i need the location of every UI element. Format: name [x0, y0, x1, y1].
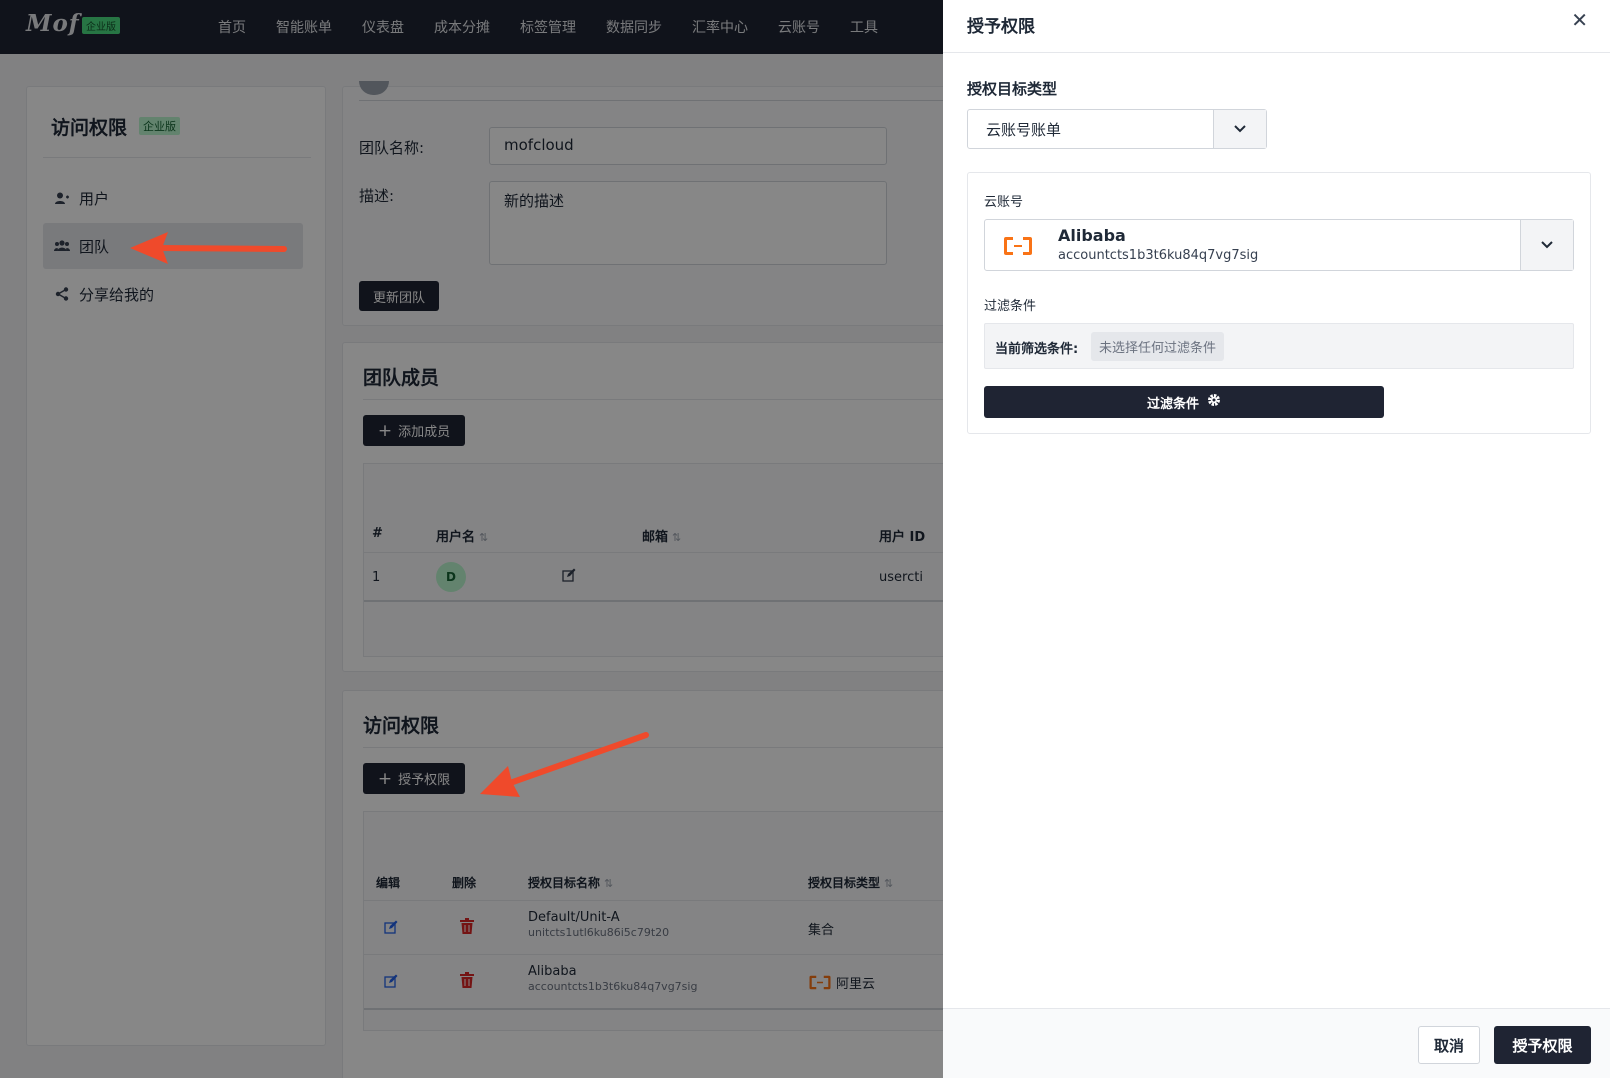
filter-label: 过滤条件	[984, 299, 1037, 314]
target-type-value: 云账号账单	[986, 121, 1062, 139]
gear-icon	[1207, 393, 1221, 411]
drawer-header-divider	[943, 52, 1610, 53]
cloud-account-label: 云账号	[984, 195, 1024, 210]
grant-permission-submit-button[interactable]: 授予权限	[1494, 1026, 1591, 1064]
cloud-account-id: accountcts1b3t6ku84q7vg7sig	[1058, 248, 1259, 263]
filter-conditions-label: 过滤条件	[1146, 396, 1199, 412]
drawer-title: 授予权限	[967, 17, 1035, 37]
target-config-panel: 云账号 Alibaba accountcts1b3t6ku84q7vg7sig …	[967, 172, 1591, 434]
grant-permission-drawer: 授予权限 ✕ 授权目标类型 云账号账单 云账号 Alibaba accountc…	[943, 0, 1610, 1078]
alibaba-cloud-icon	[1004, 237, 1032, 255]
cloud-account-name: Alibaba	[1058, 226, 1126, 245]
chevron-down-icon	[1520, 220, 1573, 270]
current-filter-value: 未选择任何过滤条件	[1091, 332, 1225, 361]
target-type-select[interactable]: 云账号账单	[967, 109, 1267, 149]
drawer-footer: 取消 授予权限	[943, 1008, 1610, 1078]
target-type-label: 授权目标类型	[967, 80, 1058, 98]
modal-backdrop[interactable]	[0, 0, 943, 1078]
chevron-down-icon	[1213, 110, 1266, 148]
filter-conditions-button[interactable]: 过滤条件	[984, 386, 1384, 418]
cloud-account-select[interactable]: Alibaba accountcts1b3t6ku84q7vg7sig	[984, 219, 1574, 271]
cancel-button[interactable]: 取消	[1418, 1026, 1480, 1064]
close-icon[interactable]: ✕	[1571, 8, 1588, 32]
current-filter-box: 当前筛选条件: 未选择任何过滤条件	[984, 323, 1574, 369]
current-filter-label: 当前筛选条件:	[995, 342, 1079, 357]
